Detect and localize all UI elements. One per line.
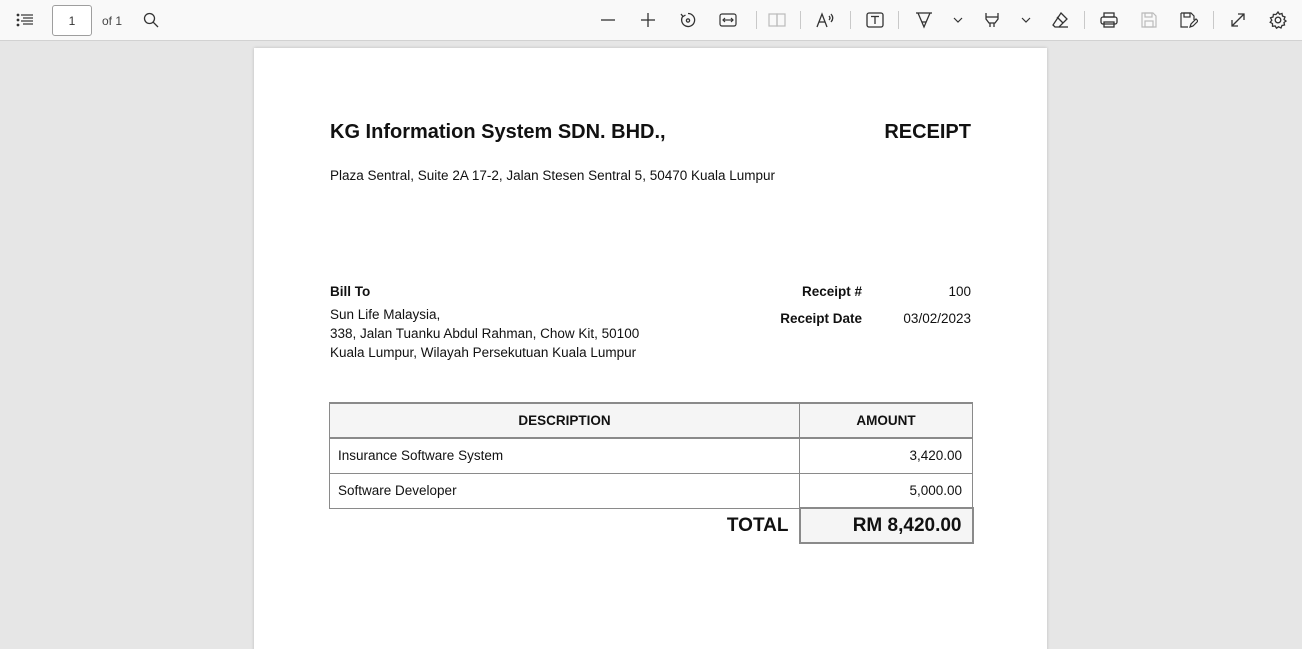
table-row: Insurance Software System 3,420.00 [329, 437, 973, 474]
total-label: TOTAL [726, 514, 789, 536]
save-icon[interactable] [1137, 8, 1161, 32]
column-header-description: DESCRIPTION [329, 402, 800, 439]
bill-to-line: Sun Life Malaysia, [330, 307, 441, 322]
settings-icon[interactable] [1266, 8, 1290, 32]
highlight-icon[interactable] [980, 8, 1004, 32]
chevron-down-icon[interactable] [946, 8, 970, 32]
read-aloud-icon[interactable] [814, 8, 838, 32]
item-description: Software Developer [329, 472, 800, 509]
table-header-row: DESCRIPTION AMOUNT [329, 402, 973, 439]
bill-to-line: Kuala Lumpur, Wilayah Persekutuan Kuala … [330, 345, 637, 360]
draw-icon[interactable] [912, 8, 936, 32]
receipt-date-value: 03/02/2023 [903, 311, 971, 326]
page-number-input[interactable] [52, 5, 92, 36]
zoom-in-icon[interactable] [636, 8, 660, 32]
table-row: Software Developer 5,000.00 [329, 472, 973, 509]
total-row: TOTAL RM 8,420.00 [330, 507, 974, 544]
receipt-number-value: 100 [948, 284, 971, 299]
contents-icon[interactable] [13, 8, 37, 32]
document-title: RECEIPT [884, 121, 971, 143]
fullscreen-icon[interactable] [1226, 8, 1250, 32]
chevron-down-icon[interactable] [1014, 8, 1038, 32]
bill-to-line: 338, Jalan Tuanku Abdul Rahman, Chow Kit… [330, 326, 640, 341]
item-amount: 3,420.00 [799, 437, 973, 474]
company-name: KG Information System SDN. BHD., [330, 121, 666, 143]
zoom-out-icon[interactable] [596, 8, 620, 32]
pdf-toolbar: of 1 [0, 0, 1302, 41]
bill-to-label: Bill To [330, 284, 371, 299]
item-description: Insurance Software System [329, 437, 800, 474]
fit-width-icon[interactable] [716, 8, 740, 32]
page-count: of 1 [102, 14, 123, 28]
items-table: DESCRIPTION AMOUNT Insurance Software Sy… [329, 402, 974, 544]
receipt-date-label: Receipt Date [780, 311, 862, 326]
text-box-icon[interactable] [863, 8, 887, 32]
item-amount: 5,000.00 [799, 472, 973, 509]
print-icon[interactable] [1097, 8, 1121, 32]
two-page-icon[interactable] [765, 8, 789, 32]
save-as-icon[interactable] [1177, 8, 1201, 32]
receipt-number-label: Receipt # [801, 284, 862, 299]
document-page: KG Information System SDN. BHD., RECEIPT… [254, 48, 1047, 649]
rotate-icon[interactable] [676, 8, 700, 32]
search-icon[interactable] [139, 8, 163, 32]
column-header-amount: AMOUNT [799, 402, 973, 439]
eraser-icon[interactable] [1048, 8, 1072, 32]
company-address: Plaza Sentral, Suite 2A 17-2, Jalan Stes… [330, 168, 776, 183]
total-value: RM 8,420.00 [798, 507, 974, 544]
